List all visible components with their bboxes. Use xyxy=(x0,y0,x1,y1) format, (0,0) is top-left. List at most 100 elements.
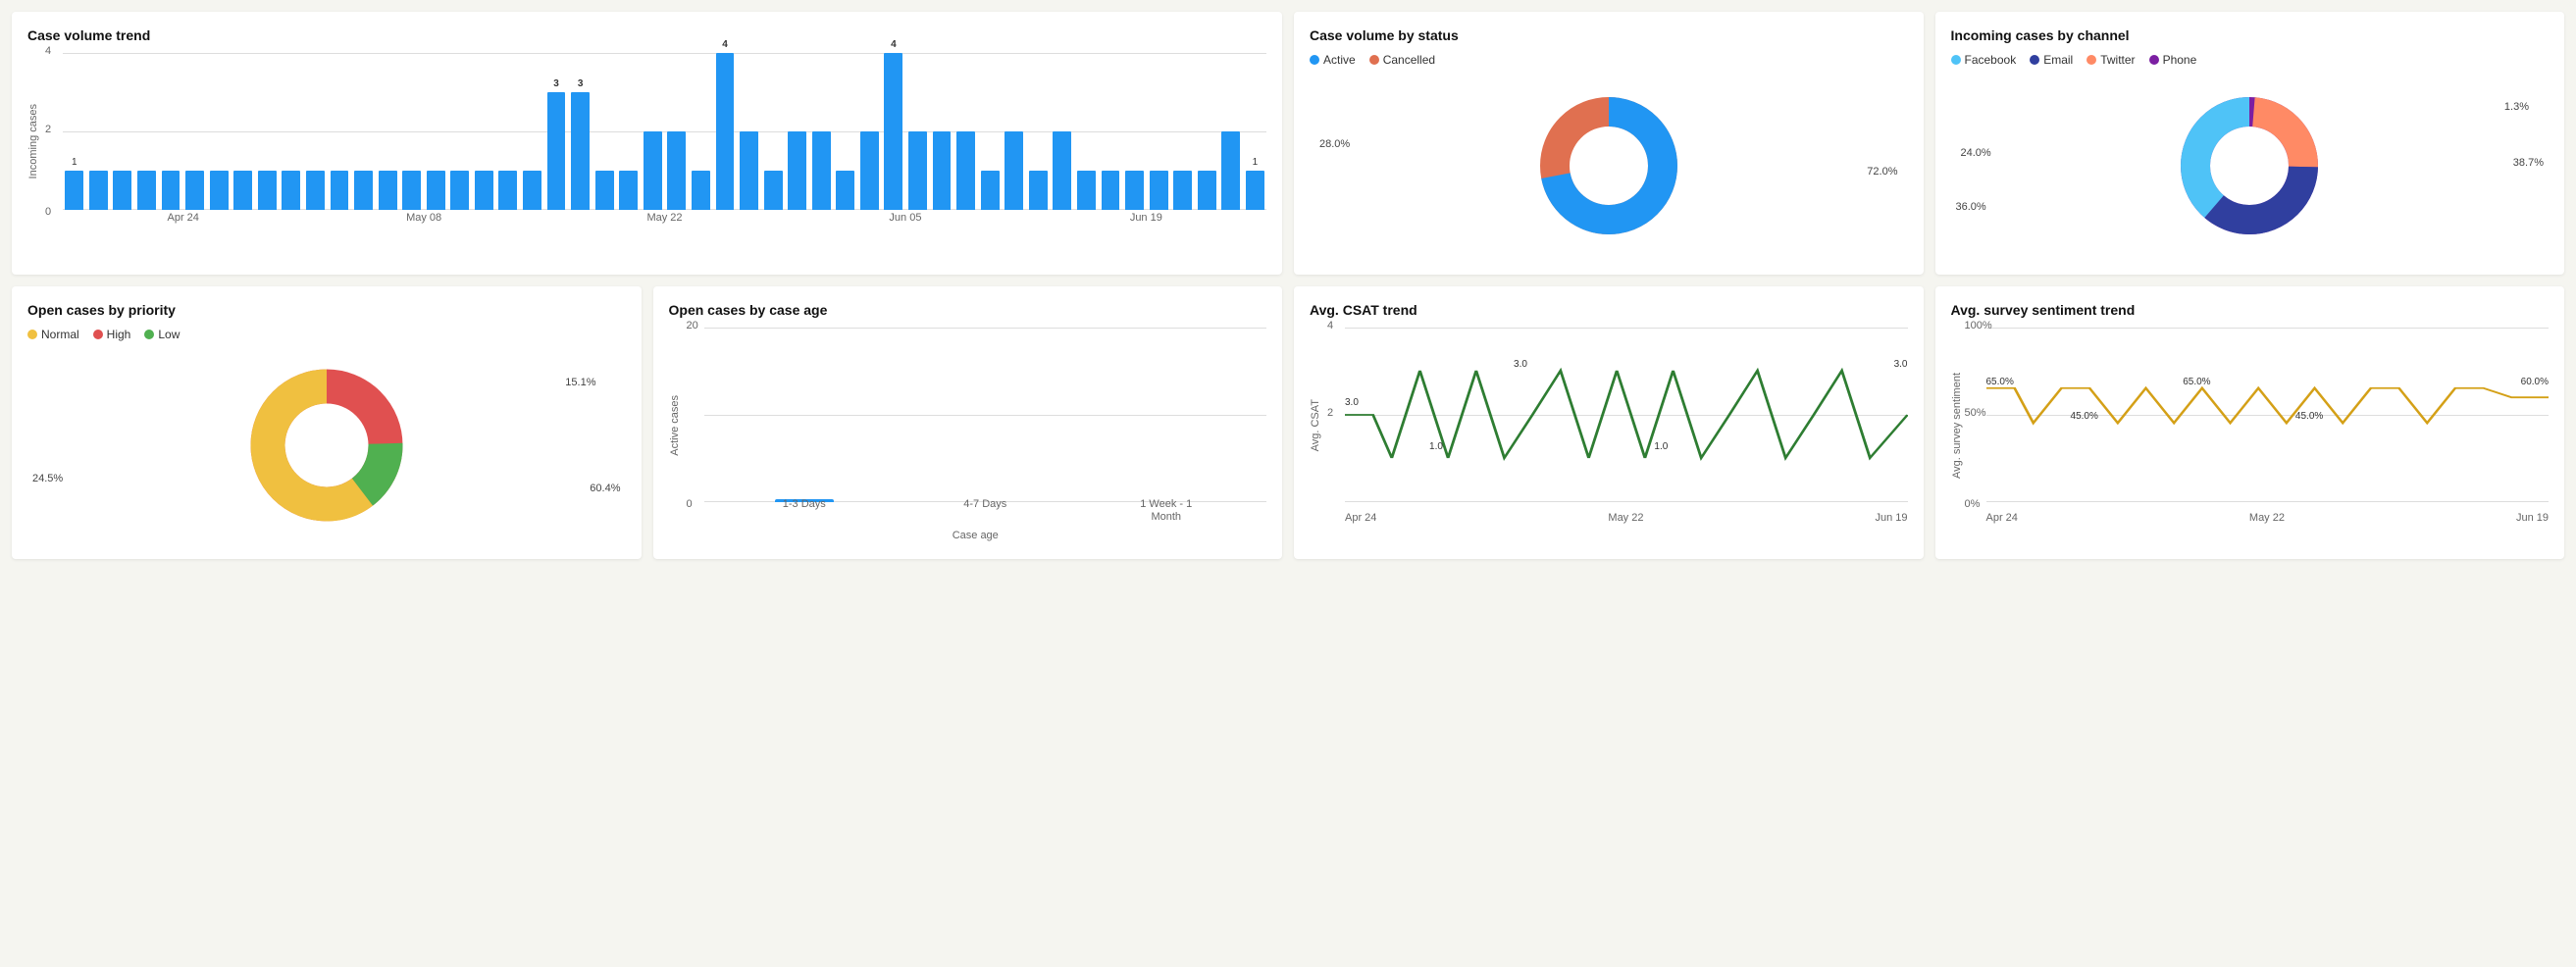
sentiment-x-jun: Jun 19 xyxy=(2516,512,2549,524)
channel-label-13: 1.3% xyxy=(2504,101,2529,113)
channel-donut-svg xyxy=(2171,87,2328,244)
trend-bar xyxy=(1053,131,1071,210)
status-donut-container: 72.0% 28.0% xyxy=(1310,73,1908,259)
legend-high-label: High xyxy=(107,328,131,341)
trend-bar xyxy=(933,131,952,210)
sent-ann-65-1: 65.0% xyxy=(1986,377,2014,387)
legend-facebook-label: Facebook xyxy=(1965,53,2017,67)
trend-bar-col: 4 xyxy=(713,53,737,210)
age-y-tick-20: 20 xyxy=(687,320,698,331)
legend-facebook: Facebook xyxy=(1951,53,2017,67)
trend-bar-col xyxy=(690,53,713,210)
sentiment-chart-area: 100% 50% 0% 65.0% 45.0% 65.0% 45.0% 60.0… xyxy=(1967,328,2550,524)
avg-csat-card: Avg. CSAT trend Avg. CSAT 4 2 xyxy=(1294,286,1924,559)
age-chart-area: 20 0 1 xyxy=(685,328,1267,524)
trend-bar xyxy=(788,131,806,210)
csat-plot: 4 2 3.0 3.0 1.0 1.0 3.0 xyxy=(1345,328,1908,502)
legend-low: Low xyxy=(144,328,180,341)
avg-sentiment-card: Avg. survey sentiment trend Avg. survey … xyxy=(1935,286,2565,559)
x-label-jun19: Jun 19 xyxy=(1026,212,1266,224)
trend-bar-col xyxy=(858,53,882,210)
legend-email-label: Email xyxy=(2043,53,2073,67)
legend-cancelled: Cancelled xyxy=(1369,53,1435,67)
trend-bar xyxy=(956,131,975,210)
legend-normal-dot xyxy=(27,330,37,339)
x-label-may08: May 08 xyxy=(303,212,543,224)
priority-legend: Normal High Low xyxy=(27,328,626,341)
trend-bar-col xyxy=(1027,53,1051,210)
trend-bar-col xyxy=(400,53,424,210)
trend-bar-col xyxy=(1195,53,1218,210)
trend-bar xyxy=(282,171,300,210)
dashboard: Case volume trend Incoming cases 4 2 0 1… xyxy=(12,12,2564,559)
csat-title: Avg. CSAT trend xyxy=(1310,302,1908,318)
channel-label-387: 38.7% xyxy=(2513,157,2544,169)
open-cases-age-card: Open cases by case age Active cases 20 0 xyxy=(653,286,1283,559)
trend-bar-col xyxy=(617,53,641,210)
trend-bar-col xyxy=(159,53,182,210)
sentiment-x-apr: Apr 24 xyxy=(1986,512,2018,524)
csat-y-4: 4 xyxy=(1327,320,1333,331)
legend-active-label: Active xyxy=(1323,53,1356,67)
incoming-by-channel-card: Incoming cases by channel Facebook Email… xyxy=(1935,12,2565,275)
csat-line-svg xyxy=(1345,328,1908,502)
trend-bar xyxy=(1173,171,1192,210)
sentiment-chart: Avg. survey sentiment 100% 50% 0% 65.0% xyxy=(1951,328,2550,524)
trend-bar-col: 1 xyxy=(1244,53,1267,210)
trend-bar xyxy=(1029,171,1048,210)
y-axis-label-age: Active cases xyxy=(669,395,681,456)
sent-ann-45-1: 45.0% xyxy=(2071,411,2098,422)
priority-label-245: 24.5% xyxy=(32,473,63,484)
trend-bar-col xyxy=(87,53,111,210)
x-axis-labels: Apr 24 May 08 May 22 Jun 05 Jun 19 xyxy=(63,212,1266,224)
case-age-title: Open cases by case age xyxy=(669,302,1267,318)
trend-bar-col xyxy=(834,53,857,210)
trend-bar xyxy=(595,171,614,210)
csat-chart: Avg. CSAT 4 2 3.0 3.0 xyxy=(1310,328,1908,524)
trend-bar-label: 3 xyxy=(578,78,584,89)
csat-chart-area: 4 2 3.0 3.0 1.0 1.0 3.0 Apr xyxy=(1325,328,1908,524)
trend-bar-col xyxy=(256,53,280,210)
trend-bar xyxy=(644,131,662,210)
trend-bar-col xyxy=(1147,53,1170,210)
status-donut-svg xyxy=(1530,87,1687,244)
trend-bar-col xyxy=(521,53,544,210)
legend-twitter: Twitter xyxy=(2087,53,2135,67)
trend-bar-label: 3 xyxy=(553,78,559,89)
age-y-tick-0: 0 xyxy=(687,498,693,510)
x-label-apr24: Apr 24 xyxy=(63,212,303,224)
legend-high-dot xyxy=(93,330,103,339)
case-volume-trend-chart: Incoming cases 4 2 0 133441 xyxy=(27,53,1266,229)
legend-twitter-dot xyxy=(2087,55,2096,65)
trend-bar-col xyxy=(135,53,159,210)
trend-bar xyxy=(210,171,229,210)
csat-ann-30-r: 3.0 xyxy=(1894,359,1908,370)
legend-high: High xyxy=(93,328,131,341)
legend-phone-label: Phone xyxy=(2163,53,2197,67)
trend-bar xyxy=(427,171,445,210)
trend-bar-col xyxy=(352,53,376,210)
trend-bar-col xyxy=(496,53,520,210)
age-x-label-week: 1 Week - 1 Month xyxy=(1132,498,1201,524)
trend-bar-col xyxy=(906,53,930,210)
trend-bar-col xyxy=(473,53,496,210)
trend-bar xyxy=(450,171,469,210)
legend-normal-label: Normal xyxy=(41,328,79,341)
channel-donut-container: 38.7% 36.0% 24.0% 1.3% xyxy=(1951,73,2550,259)
trend-bar-col xyxy=(1051,53,1074,210)
sentiment-x-may: May 22 xyxy=(2249,512,2285,524)
channel-legend: Facebook Email Twitter Phone xyxy=(1951,53,2550,67)
trend-bar-col xyxy=(328,53,351,210)
trend-bar-label: 4 xyxy=(722,39,728,50)
trend-bar: 1 xyxy=(65,171,83,210)
trend-bar xyxy=(1150,171,1168,210)
trend-bar xyxy=(764,171,783,210)
csat-ann-30-l: 3.0 xyxy=(1345,397,1359,408)
trend-bar-col xyxy=(424,53,447,210)
trend-bar xyxy=(908,131,927,210)
csat-x-may: May 22 xyxy=(1608,512,1643,524)
priority-title: Open cases by priority xyxy=(27,302,626,318)
csat-y-2: 2 xyxy=(1327,407,1333,419)
legend-phone-dot xyxy=(2149,55,2159,65)
trend-bar-col xyxy=(809,53,833,210)
